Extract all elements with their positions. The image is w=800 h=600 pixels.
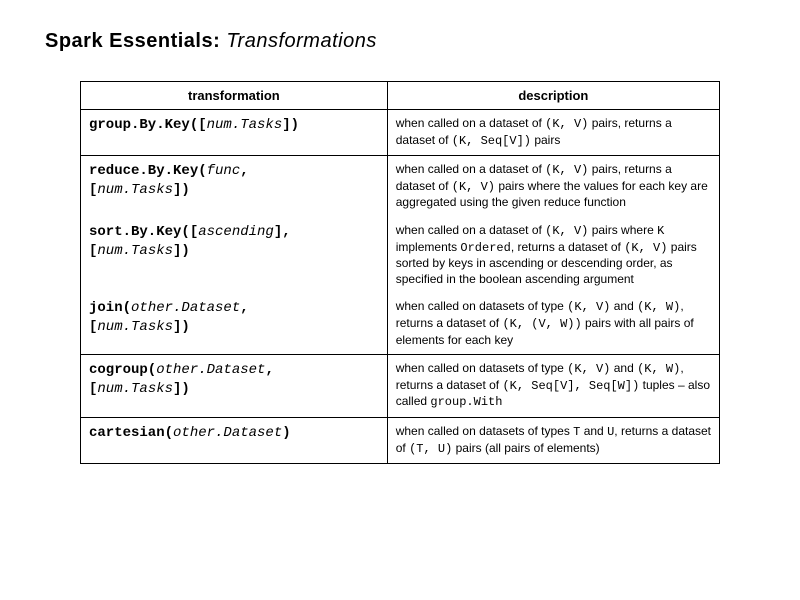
table-row: group.By.Key([num.Tasks]) when called on… xyxy=(81,110,720,156)
description-cell: when called on a dataset of (K, V) pairs… xyxy=(387,217,719,293)
page-title: Spark Essentials: Transformations xyxy=(45,30,755,53)
table-row: join(other.Dataset, [num.Tasks]) when ca… xyxy=(81,293,720,354)
header-transformation: transformation xyxy=(81,82,388,110)
description-cell: when called on a dataset of (K, V) pairs… xyxy=(387,110,719,156)
table-row: sort.By.Key([ascending], [num.Tasks]) wh… xyxy=(81,217,720,293)
transformations-table: transformation description group.By.Key(… xyxy=(80,81,720,464)
transformation-cell: sort.By.Key([ascending], [num.Tasks]) xyxy=(81,217,388,293)
table-header-row: transformation description xyxy=(81,82,720,110)
header-description: description xyxy=(387,82,719,110)
table-row: cogroup(other.Dataset, [num.Tasks]) when… xyxy=(81,355,720,418)
table-row: reduce.By.Key(func, [num.Tasks]) when ca… xyxy=(81,156,720,217)
title-italic: Transformations xyxy=(226,30,377,52)
description-cell: when called on datasets of type (K, V) a… xyxy=(387,355,719,418)
transformation-cell: cogroup(other.Dataset, [num.Tasks]) xyxy=(81,355,388,418)
description-cell: when called on datasets of types T and U… xyxy=(387,417,719,463)
description-cell: when called on a dataset of (K, V) pairs… xyxy=(387,156,719,217)
table-row: cartesian(other.Dataset) when called on … xyxy=(81,417,720,463)
transformation-cell: group.By.Key([num.Tasks]) xyxy=(81,110,388,156)
transformation-cell: join(other.Dataset, [num.Tasks]) xyxy=(81,293,388,354)
transformation-cell: cartesian(other.Dataset) xyxy=(81,417,388,463)
description-cell: when called on datasets of type (K, V) a… xyxy=(387,293,719,354)
title-bold: Spark Essentials: xyxy=(45,30,226,52)
transformation-cell: reduce.By.Key(func, [num.Tasks]) xyxy=(81,156,388,217)
